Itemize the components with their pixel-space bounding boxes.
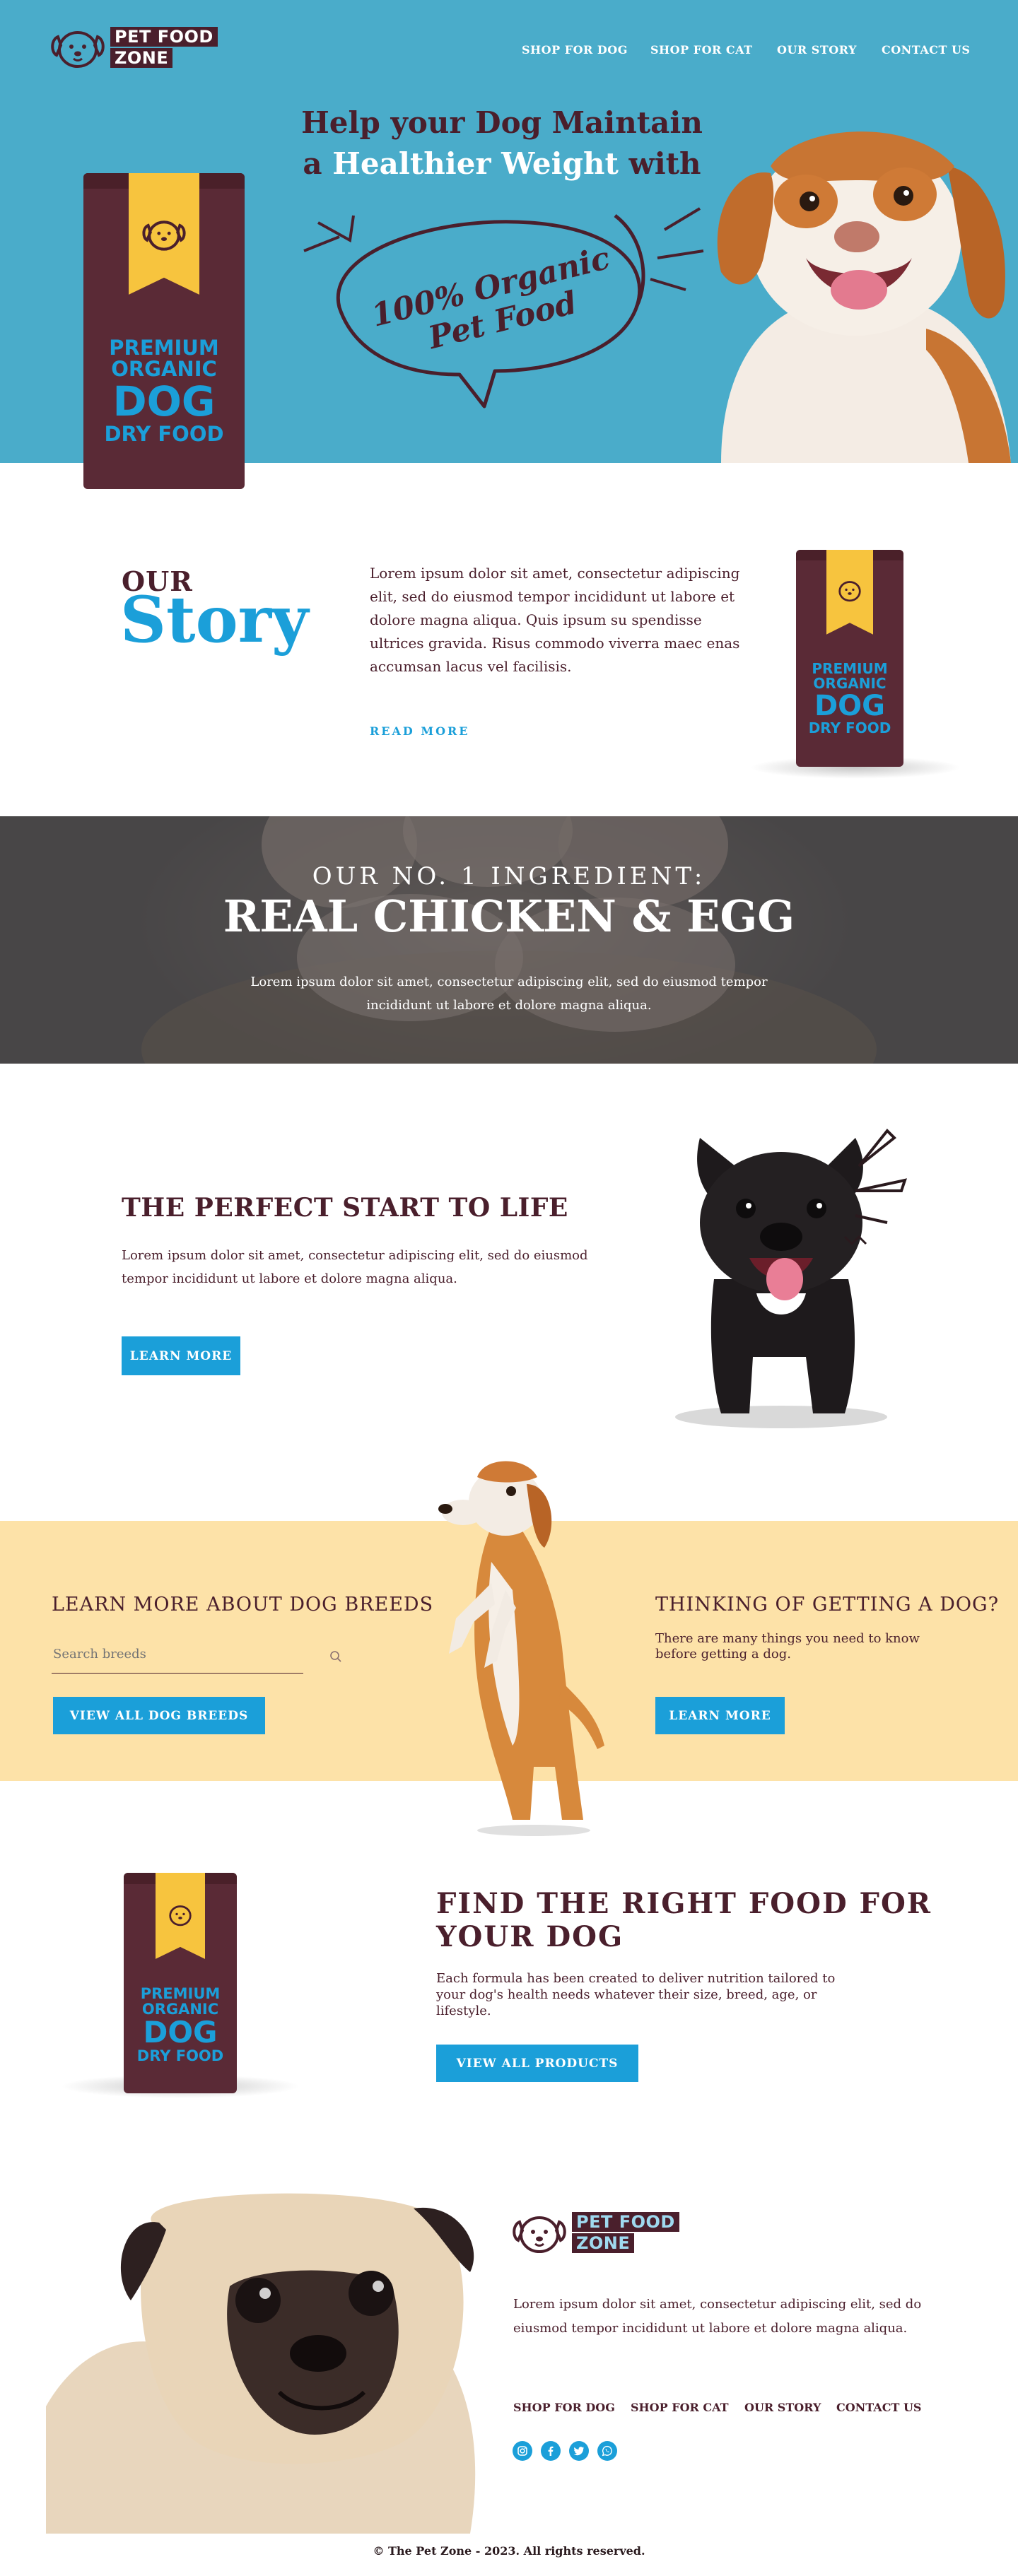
ingredient-body: Lorem ipsum dolor sit amet, consectetur … [250,975,768,1013]
dog-face-icon [51,31,105,68]
perfect-start-title: THE PERFECT START TO LIFE [122,1193,568,1223]
bag-label: PREMIUM ORGANIC DOG DRY FOOD [104,336,224,446]
beagle-dog-image [717,131,1011,463]
whatsapp-icon[interactable] [597,2441,617,2461]
logo-line-2: ZONE [110,48,173,68]
hero-food-bag: PREMIUM ORGANIC DOG DRY FOOD [83,173,245,489]
breed-search-field[interactable] [52,1645,303,1674]
footer-brand-logo[interactable]: PET FOOD ZONE [511,2209,679,2256]
french-bulldog-image [675,1129,908,1428]
story-heading: Story [120,582,309,657]
breed-search-input[interactable] [53,1647,265,1662]
bag-ribbon [128,173,200,295]
nav-our-story[interactable]: OUR STORY [777,43,857,57]
ingredient-title: REAL CHICKEN & EGG [223,890,795,942]
facebook-icon[interactable] [541,2441,561,2461]
read-more-link[interactable]: READ MORE [370,724,470,738]
find-food-title: FIND THE RIGHT FOOD FOR YOUR DOG [436,1887,932,1953]
story-food-bag: PREMIUM ORGANIC DOG DRY FOOD [796,550,903,767]
learn-more-dog-button[interactable]: LEARN MORE [655,1697,785,1734]
footer-logo-line-1: PET FOOD [572,2212,679,2232]
standing-beagle-image [438,1461,604,1836]
perfect-start-body: Lorem ipsum dolor sit amet, consectetur … [122,1248,588,1286]
learn-more-button[interactable]: LEARN MORE [122,1336,240,1375]
nav-shop-for-dog[interactable]: SHOP FOR DOG [522,43,628,57]
story-body: Lorem ipsum dolor sit amet, consectetur … [370,565,740,675]
footer-nav-contact-us[interactable]: CONTACT US [836,2401,921,2414]
nav-shop-for-cat[interactable]: SHOP FOR CAT [650,43,753,57]
dog-face-icon [513,2216,566,2253]
copyright-text: © The Pet Zone - 2023. All rights reserv… [373,2544,645,2558]
footer-nav-shop-for-cat[interactable]: SHOP FOR CAT [631,2401,729,2414]
footer-body: Lorem ipsum dolor sit amet, consectetur … [513,2297,922,2336]
speech-bubble: 100% Organic Pet Food [303,207,704,408]
footer-nav-our-story[interactable]: OUR STORY [744,2401,821,2414]
getting-dog-body: There are many things you need to know b… [655,1631,920,1662]
dog-face-icon [169,1905,192,1927]
find-food-bag: PREMIUM ORGANIC DOG DRY FOOD [124,1873,237,2093]
hero-title-highlight: Healthier Weight [332,146,619,181]
find-food-body: Each formula has been created to deliver… [436,1971,836,2018]
nav-contact-us[interactable]: CONTACT US [882,43,970,57]
logo-line-1: PET FOOD [110,27,218,47]
dog-face-icon [142,220,186,251]
dog-face-icon [838,581,861,602]
ingredient-subtitle: OUR NO. 1 INGREDIENT: [312,862,706,890]
search-icon[interactable] [329,1650,342,1663]
twitter-icon[interactable] [569,2441,589,2461]
brand-logo[interactable]: PET FOOD ZONE [49,24,218,71]
breeds-title: LEARN MORE ABOUT DOG BREEDS [52,1594,434,1616]
view-all-dog-breeds-button[interactable]: VIEW ALL DOG BREEDS [53,1697,265,1734]
getting-dog-title: THINKING OF GETTING A DOG? [655,1594,1000,1616]
pug-dog-image [46,2193,476,2534]
instagram-icon[interactable] [513,2441,532,2461]
view-all-products-button[interactable]: VIEW ALL PRODUCTS [436,2045,638,2082]
footer-nav-shop-for-dog[interactable]: SHOP FOR DOG [513,2401,615,2414]
footer-logo-line-2: ZONE [572,2233,635,2253]
